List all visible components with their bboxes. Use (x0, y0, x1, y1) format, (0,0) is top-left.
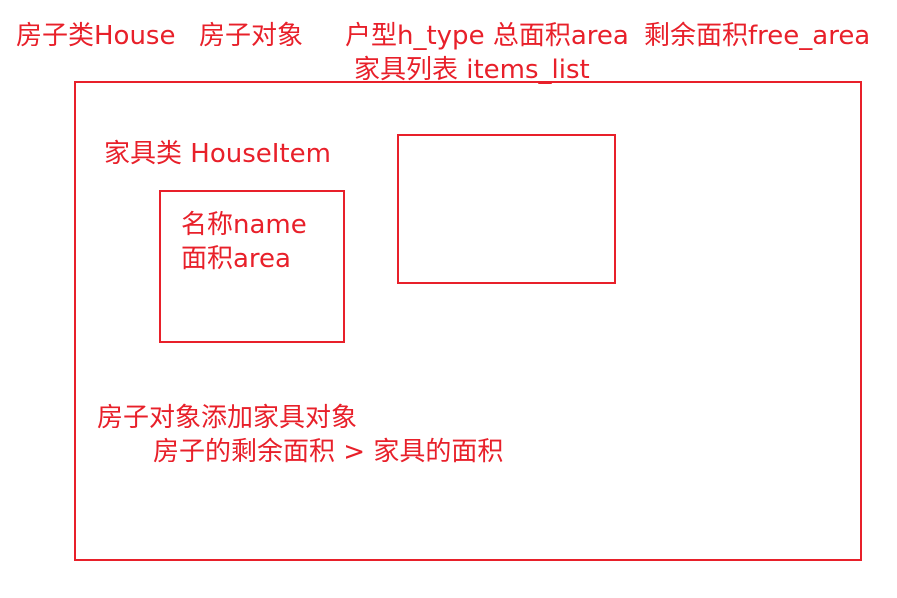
free-area-label: 剩余面积free_area (644, 21, 871, 51)
house-item-class-label: 家具类 HouseItem (104, 139, 331, 169)
empty-item-box (397, 134, 616, 284)
house-object-label: 房子对象 (199, 21, 304, 51)
house-class-label: 房子类House (16, 21, 176, 51)
area-condition-note: 房子的剩余面积 > 家具的面积 (153, 437, 504, 467)
diagram-canvas: { "header": { "house_class": "房子类House",… (0, 0, 897, 598)
item-name-attribute: 名称name (181, 210, 307, 240)
h-type-area-label: 户型h_type 总面积area (345, 21, 629, 51)
add-item-note: 房子对象添加家具对象 (97, 403, 358, 433)
item-area-attribute: 面积area (181, 244, 291, 274)
